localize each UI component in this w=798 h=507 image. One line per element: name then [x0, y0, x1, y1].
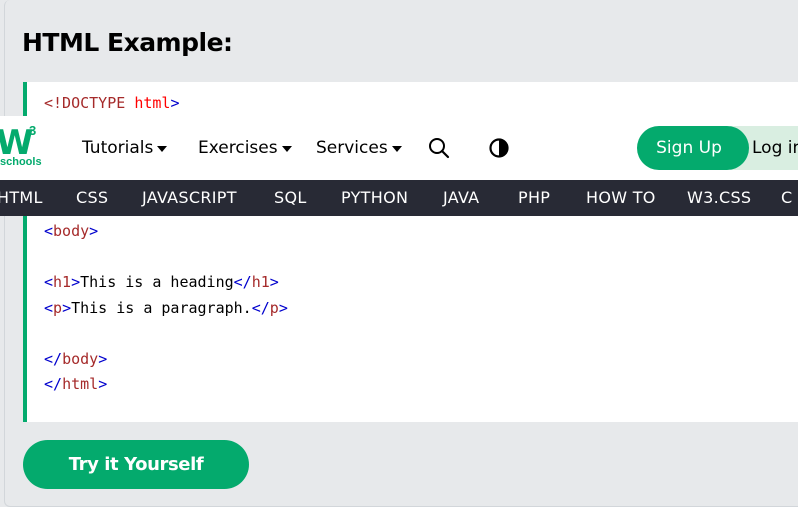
subnav-item-css[interactable]: CSS [76, 180, 108, 216]
code-line-html-close: </html> [44, 375, 108, 393]
exercises-label: Exercises [198, 138, 278, 158]
subnav-item-java[interactable]: JAVA [443, 180, 479, 216]
subnav-item-javascript[interactable]: JAVASCRIPT [142, 180, 237, 216]
logo-mark: W [0, 123, 33, 163]
code-line-body-close: </body> [44, 350, 108, 368]
tutorials-menu[interactable]: Tutorials [82, 137, 168, 159]
try-it-yourself-button[interactable]: Try it Yourself [23, 440, 249, 489]
code-line-h1: <h1>This is a heading</h1> [44, 273, 279, 291]
logo-text: schools [0, 156, 42, 168]
services-label: Services [316, 138, 388, 158]
subnav-item-c[interactable]: C [781, 180, 792, 216]
subnav-bar: HTML CSS JAVASCRIPT SQL PYTHON JAVA PHP … [0, 180, 798, 216]
subnav-item-python[interactable]: PYTHON [341, 180, 408, 216]
tutorials-label: Tutorials [82, 138, 154, 158]
example-title: HTML Example: [22, 28, 233, 57]
signup-button[interactable]: Sign Up [637, 126, 749, 170]
subnav-item-w3css[interactable]: W3.CSS [687, 180, 751, 216]
services-menu[interactable]: Services [316, 137, 402, 159]
subnav-item-sql[interactable]: SQL [274, 180, 307, 216]
subnav-item-html[interactable]: HTML [0, 180, 43, 216]
w3schools-logo[interactable]: W 3 schools [0, 122, 46, 172]
logo-superscript: 3 [29, 123, 37, 138]
caret-down-icon [391, 146, 402, 152]
page: HTML Example: <!DOCTYPE html> <body> <h1… [0, 0, 798, 507]
code-line-p: <p>This is a paragraph.</p> [44, 299, 288, 317]
contrast-icon[interactable] [488, 137, 510, 159]
code-line-body-open: <body> [44, 222, 99, 240]
exercises-menu[interactable]: Exercises [198, 137, 292, 159]
subnav-item-php[interactable]: PHP [518, 180, 550, 216]
subnav-item-howto[interactable]: HOW TO [586, 180, 656, 216]
code-line-doctype: <!DOCTYPE html> [44, 94, 180, 112]
caret-down-icon [281, 146, 292, 152]
caret-down-icon [157, 146, 168, 152]
search-icon[interactable] [428, 137, 450, 159]
top-navbar: W 3 schools Tutorials Exercises Services… [0, 116, 798, 180]
